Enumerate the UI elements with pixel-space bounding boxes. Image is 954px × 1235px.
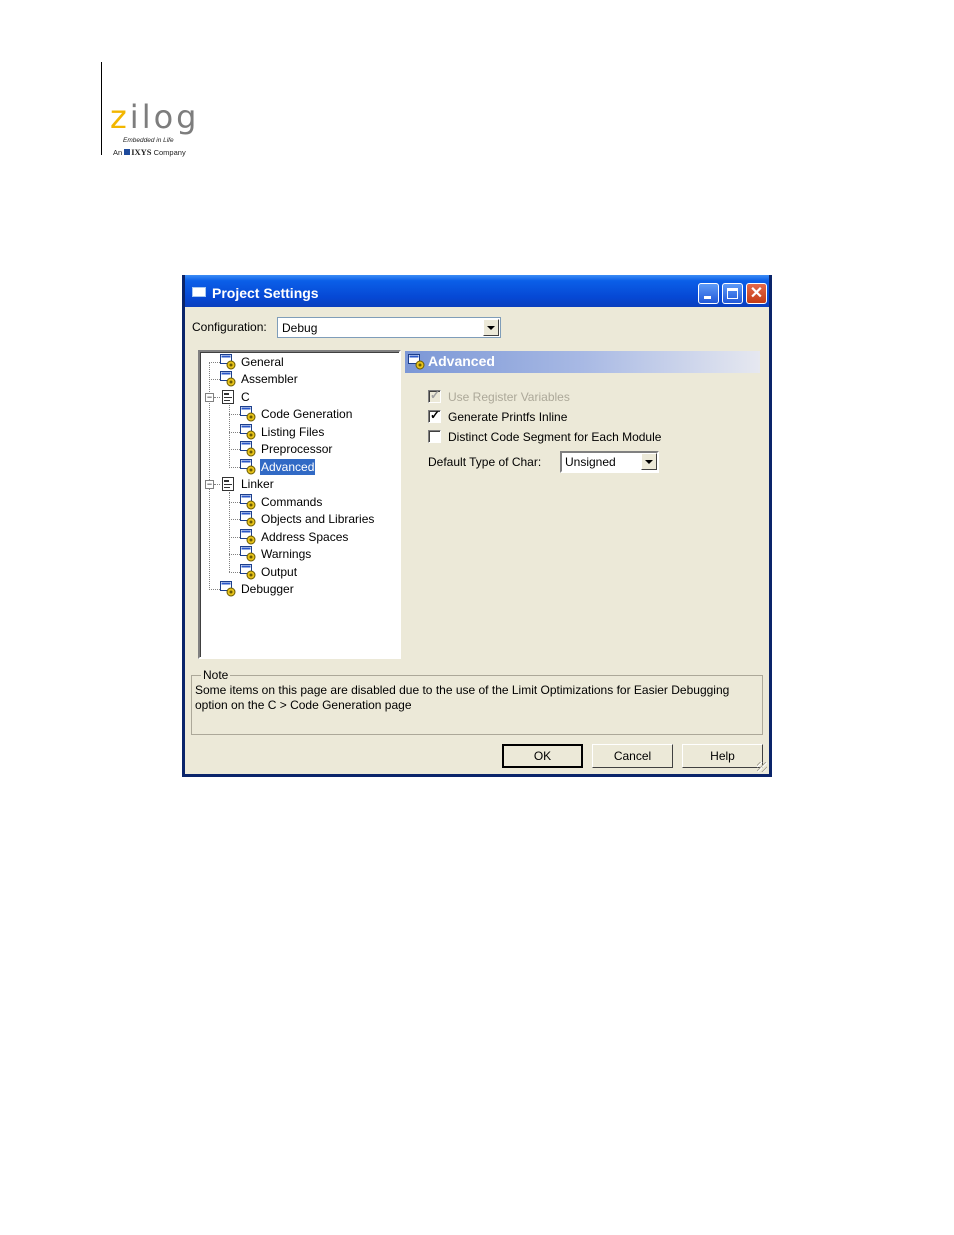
configuration-value: Debug (282, 321, 318, 335)
tree-item[interactable]: Debugger (200, 581, 395, 597)
folder-page-icon (220, 476, 236, 492)
configuration-label: Configuration: (192, 320, 267, 334)
header-rule (101, 62, 102, 155)
chevron-down-icon[interactable] (641, 453, 657, 470)
tree-item[interactable]: Output (200, 564, 395, 580)
logo-company: An IXYS Company (113, 147, 186, 157)
help-button[interactable]: Help (682, 744, 763, 768)
tree-item[interactable]: Code Generation (200, 406, 395, 422)
close-icon: ✕ (749, 285, 764, 302)
settings-page-icon (220, 354, 236, 370)
tree-item[interactable]: General (200, 354, 395, 370)
tree-item-label: Assembler (241, 372, 298, 386)
checkbox-box: ✓ (428, 408, 441, 423)
configuration-select[interactable]: Debug (277, 317, 501, 338)
tree-item-label: Commands (261, 495, 323, 509)
logo-wordmark: zilog (110, 98, 200, 136)
checkmark-icon: ✓ (430, 408, 441, 422)
tree-item-label: Linker (241, 477, 274, 491)
settings-page-icon (240, 564, 256, 580)
settings-page-icon (240, 441, 256, 457)
maximize-icon (727, 288, 738, 299)
tree-item-label: Preprocessor (261, 442, 333, 456)
panel-title: Advanced (428, 353, 495, 369)
tree-item[interactable]: Advanced (200, 459, 395, 475)
title-bar[interactable]: Project Settings ✕ (185, 275, 769, 307)
settings-page-icon (220, 371, 236, 387)
settings-page-icon (240, 459, 256, 475)
tree-item-label: Debugger (241, 582, 294, 596)
note-legend: Note (201, 668, 231, 682)
zilog-logo: zilog Embedded in Life An IXYS Company (110, 98, 200, 157)
tree-item-label: Warnings (261, 547, 312, 561)
settings-page-icon (220, 581, 236, 597)
chevron-down-icon[interactable] (483, 319, 499, 336)
minimize-button[interactable] (698, 283, 719, 304)
tree-item-label: Objects and Libraries (261, 512, 375, 526)
close-button[interactable]: ✕ (746, 283, 767, 304)
note-text: Some items on this page are disabled due… (195, 683, 730, 712)
settings-page-icon (240, 406, 256, 422)
tree-item[interactable]: C (200, 389, 395, 405)
checkbox-label: Distinct Code Segment for Each Module (448, 430, 662, 444)
tree-item[interactable]: Linker (200, 476, 395, 492)
ok-button[interactable]: OK (502, 744, 583, 768)
checkmark-icon: ✓ (430, 388, 441, 402)
settings-page-icon (240, 511, 256, 527)
minimize-icon (704, 296, 711, 299)
tree-item[interactable]: Objects and Libraries (200, 511, 395, 527)
window-title: Project Settings (212, 285, 319, 301)
tree-item-label: C (241, 390, 250, 404)
tree-item[interactable]: Assembler (200, 371, 395, 387)
char-type-label: Default Type of Char: (428, 455, 542, 469)
tree-item-label: Code Generation (261, 407, 353, 421)
tree-item[interactable]: Warnings (200, 546, 395, 562)
logo-tagline: Embedded in Life (123, 137, 174, 144)
settings-page-icon (408, 354, 425, 370)
settings-page-icon (240, 529, 256, 545)
tree-item-label: Output (261, 565, 298, 579)
resize-grip[interactable] (757, 762, 767, 772)
window-icon (192, 287, 206, 297)
char-type-select[interactable]: Unsigned (560, 451, 659, 473)
checkbox-label: Generate Printfs Inline (448, 410, 568, 424)
tree-item-label: General (241, 355, 284, 369)
cancel-button[interactable]: Cancel (592, 744, 673, 768)
panel-header: Advanced (405, 351, 760, 373)
settings-page-icon (240, 494, 256, 510)
settings-tree[interactable]: − − General Assembler C Code Generation List… (198, 350, 401, 659)
checkbox-box (428, 430, 441, 443)
tree-item[interactable]: Commands (200, 494, 395, 510)
char-type-value: Unsigned (565, 455, 616, 469)
tree-item-label: Address Spaces (261, 530, 349, 544)
settings-page-icon (240, 424, 256, 440)
checkbox-label: Use Register Variables (448, 390, 570, 404)
maximize-button[interactable] (722, 283, 743, 304)
settings-page-icon (240, 546, 256, 562)
note-group: Note Some items on this page are disable… (191, 668, 763, 735)
folder-page-icon (220, 389, 236, 405)
tree-item-label: Listing Files (261, 425, 325, 439)
dialog-client: Configuration: Debug − − General Assembl… (185, 307, 769, 774)
tree-item[interactable]: Preprocessor (200, 441, 395, 457)
tree-item[interactable]: Listing Files (200, 424, 395, 440)
project-settings-dialog: Project Settings ✕ Configuration: Debug (182, 275, 772, 777)
tree-item[interactable]: Address Spaces (200, 529, 395, 545)
checkbox-box: ✓ (428, 388, 441, 403)
tree-item-label: Advanced (260, 459, 316, 475)
